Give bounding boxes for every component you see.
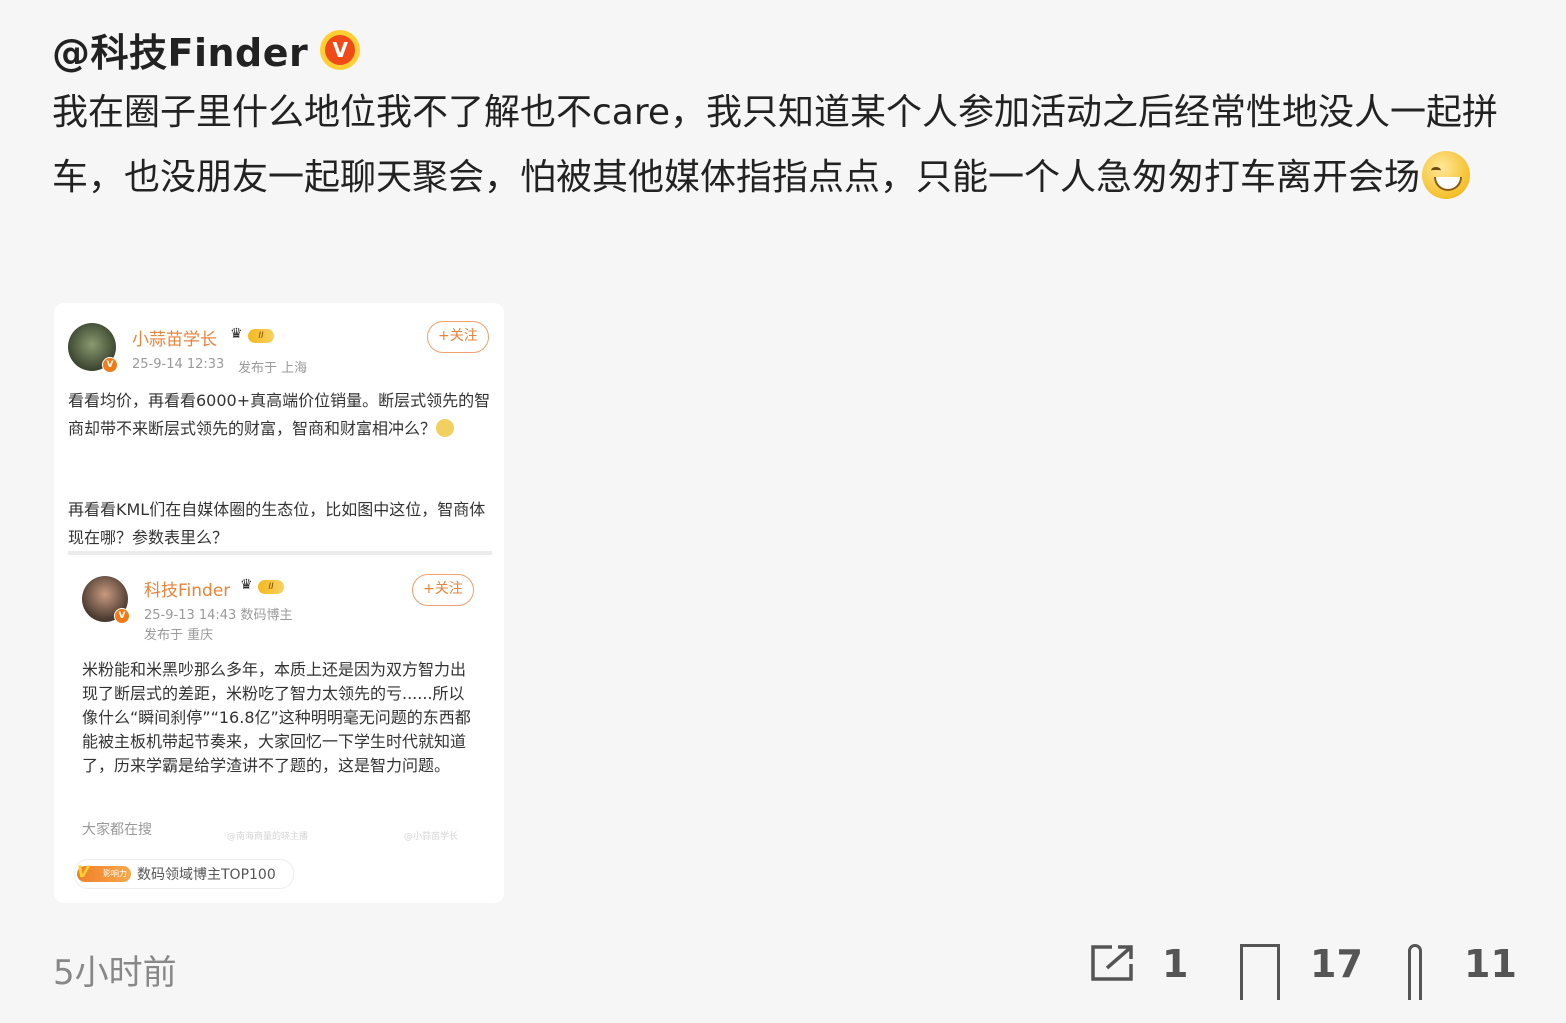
like-count[interactable]: 11: [1464, 942, 1517, 986]
verified-badge-letter: V: [325, 34, 356, 65]
post-author-name[interactable]: @科技Finder: [52, 22, 308, 77]
screenshot-para1-text: 看看均价，再看看6000+真高端价位销量。断层式领先的智商却带不来断层式领先的财…: [68, 391, 491, 438]
quoted-time-role: 25-9-13 14:43 数码博主: [144, 608, 293, 623]
screenshot-para2: 再看看KML们在自媒体圈的生态位，比如图中这位，智商体现在哪？参数表里么？: [68, 500, 486, 547]
post-timestamp: 5小时前: [53, 953, 177, 993]
divider: [68, 551, 492, 555]
post-text: 我在圈子里什么地位我不了解也不care，我只知道某个人参加活动之后经常性地没人一…: [52, 80, 1502, 210]
crown-icon: ♛: [230, 326, 243, 342]
quoted-user-name: 科技Finder: [144, 581, 231, 601]
quoted-text: 米粉能和米黑吵那么多年，本质上还是因为双方智力出现了断层式的差距，米粉吃了智力太…: [82, 660, 471, 775]
verified-v-icon: V: [114, 608, 130, 624]
influence-label: 影响力: [103, 869, 127, 878]
share-icon[interactable]: [1090, 944, 1134, 982]
screenshot-location: 发布于 上海: [238, 361, 308, 376]
follow-button: +关注: [412, 574, 474, 606]
search-label: 大家都在搜: [82, 822, 152, 838]
verified-badge-icon: V: [320, 29, 361, 70]
screenshot-user-name: 小蒜苗学长: [132, 330, 217, 350]
like-icon[interactable]: [1408, 944, 1422, 1000]
search-tag: @南海商量的晓主播: [227, 832, 309, 842]
screenshot-para1: 看看均价，再看看6000+真高端价位销量。断层式领先的智商却带不来断层式领先的财…: [68, 387, 496, 442]
search-row: 大家都在搜 @南海商量的晓主播 @小蒜苗学长: [82, 819, 492, 842]
level-badge: II: [258, 580, 284, 594]
repost-count[interactable]: 1: [1162, 942, 1188, 986]
level-badge: II: [248, 329, 274, 343]
screenshot-header: V 小蒜苗学长 ♛ II 25-9-14 12:33 发布于 上海 +关注: [68, 321, 493, 379]
influence-badge: V 影响力: [77, 862, 131, 882]
quoted-post: V 科技Finder ♛ II 25-9-13 14:43 数码博主 发布于 重…: [82, 568, 482, 808]
post-text-content: 我在圈子里什么地位我不了解也不care，我只知道某个人参加活动之后经常性地没人一…: [52, 92, 1499, 198]
post-author-row: @科技Finder V: [52, 22, 361, 77]
influence-v-icon: V: [77, 862, 90, 881]
post-image-card[interactable]: V 小蒜苗学长 ♛ II 25-9-14 12:33 发布于 上海 +关注 看看…: [54, 303, 504, 903]
crown-icon: ♛: [240, 577, 253, 593]
quoted-location: 发布于 重庆: [144, 628, 214, 643]
search-tag: @小蒜苗学长: [404, 832, 459, 842]
action-bar: 1 17 11: [1090, 940, 1552, 1004]
follow-button: +关注: [427, 321, 489, 353]
screenshot-time: 25-9-14 12:33: [132, 357, 225, 372]
influence-badge-row: V 影响力 数码领域博主TOP100: [74, 859, 294, 889]
comment-icon[interactable]: [1240, 944, 1280, 1000]
verified-v-icon: V: [102, 357, 118, 373]
smile-emoji-icon: [436, 418, 455, 437]
top-rank-text: 数码领域博主TOP100: [137, 867, 276, 883]
grinning-smile-emoji-icon: [1422, 151, 1471, 199]
comment-count[interactable]: 17: [1310, 942, 1363, 986]
